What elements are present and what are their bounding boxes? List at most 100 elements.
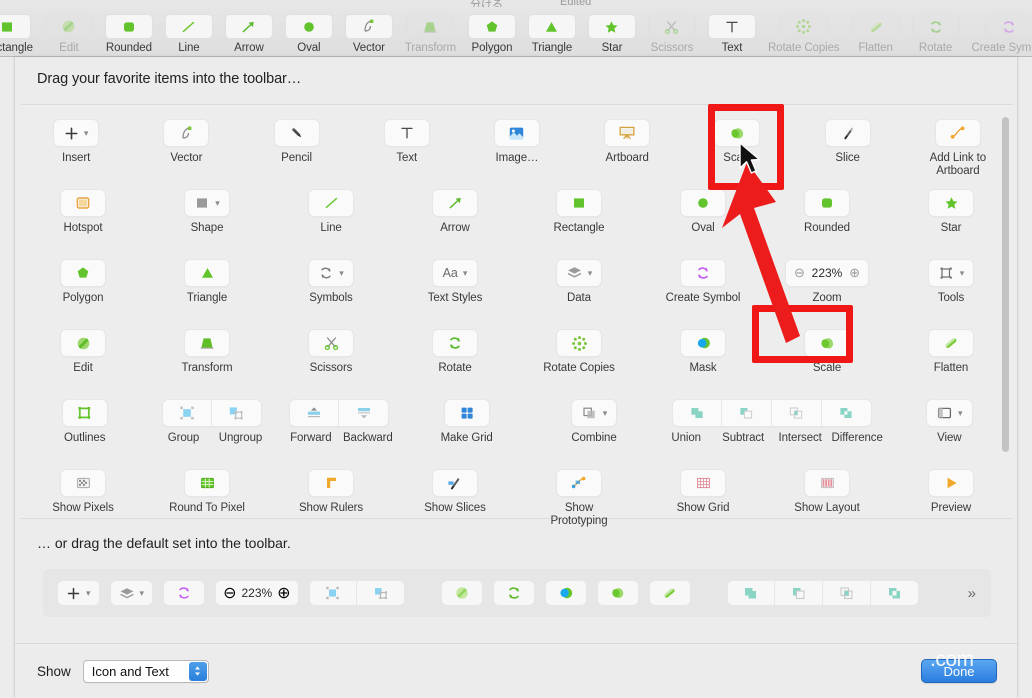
zoom-in-icon[interactable]: ⊕	[277, 583, 290, 603]
palette-item-zoom[interactable]: ⊖ 223% ⊕	[785, 259, 869, 287]
palette-item-arrow[interactable]	[432, 189, 478, 217]
default-zoom-control[interactable]: ⊖ 223% ⊕	[215, 580, 299, 606]
palette-item-make-grid[interactable]	[443, 399, 490, 427]
app-toolbar-item-edit[interactable]: Edit	[39, 14, 99, 54]
app-toolbar-item-transform[interactable]: Transform	[399, 14, 462, 54]
palette-item-vector[interactable]	[163, 119, 210, 147]
palette-item-round-to-pixel[interactable]	[184, 469, 230, 497]
segmented-control[interactable]	[289, 399, 390, 427]
chevron-down-icon[interactable]: ▾	[84, 128, 89, 138]
app-toolbar-item-rotate-copies[interactable]: Rotate Copies	[762, 14, 846, 54]
palette-item-text[interactable]	[383, 119, 430, 147]
palette-item-outlines[interactable]	[61, 399, 108, 427]
zoom-out-icon[interactable]: ⊖	[223, 583, 236, 603]
default-data-button[interactable]: ▾	[109, 580, 154, 606]
default-subtract-button[interactable]	[774, 580, 823, 606]
default-flatten-button[interactable]	[648, 580, 691, 606]
app-toolbar-item-rotate[interactable]: Rotate	[906, 14, 966, 54]
default-mask-button[interactable]	[544, 580, 587, 606]
palette-item-shape[interactable]: ▾	[184, 189, 230, 217]
palette-item-forward[interactable]	[289, 399, 340, 427]
palette-item-preview[interactable]	[928, 469, 974, 497]
palette-item-star[interactable]	[928, 189, 974, 217]
app-toolbar-item-rectangle[interactable]: Rectangle	[0, 14, 39, 54]
palette-item-oval[interactable]	[680, 189, 726, 217]
palette-item-data[interactable]: ▾	[555, 259, 603, 287]
default-boolean-segment[interactable]	[726, 580, 919, 606]
palette-item-image[interactable]	[493, 119, 540, 147]
default-insert-button[interactable]: ▾	[57, 580, 100, 606]
chevron-down-icon[interactable]: ▾	[463, 268, 468, 278]
app-toolbar-item-oval[interactable]: Oval	[279, 14, 339, 54]
palette-item-union[interactable]	[671, 399, 722, 427]
app-toolbar-item-flatten[interactable]: Flatten	[846, 14, 906, 54]
palette-item-rectangle[interactable]	[556, 189, 602, 217]
palette-item-create-symbol[interactable]	[680, 259, 726, 287]
palette-item-backward[interactable]	[339, 399, 390, 427]
chevron-down-icon[interactable]: ▾	[960, 268, 965, 278]
palette-item-tools[interactable]: ▾	[927, 259, 975, 287]
default-group-button[interactable]	[308, 580, 357, 606]
chevron-down-icon[interactable]: ▾	[958, 408, 963, 418]
app-toolbar-item-star[interactable]: Star	[582, 14, 642, 54]
default-intersect-button[interactable]	[822, 580, 871, 606]
app-toolbar-item-arrow[interactable]: Arrow	[219, 14, 279, 54]
default-group-segment[interactable]	[308, 580, 405, 606]
palette-item-scale[interactable]	[804, 329, 850, 357]
default-scale-button[interactable]	[596, 580, 639, 606]
default-edit-button[interactable]	[440, 580, 483, 606]
app-toolbar-item-polygon[interactable]: Polygon	[462, 14, 522, 54]
palette-scrollbar[interactable]	[1001, 111, 1010, 511]
palette-item-triangle[interactable]	[184, 259, 230, 287]
palette-item-rotate[interactable]	[432, 329, 478, 357]
palette-item-show-pixels[interactable]	[60, 469, 106, 497]
app-toolbar-item-line[interactable]: Line	[159, 14, 219, 54]
palette-item-slice[interactable]	[824, 119, 871, 147]
palette-item-artboard[interactable]	[604, 119, 651, 147]
palette-item-ungroup[interactable]	[211, 399, 262, 427]
palette-item-show-grid[interactable]	[680, 469, 726, 497]
palette-item-rotate-copies[interactable]	[556, 329, 602, 357]
palette-item-rounded[interactable]	[804, 189, 850, 217]
chevron-updown-icon[interactable]	[188, 661, 207, 681]
default-toolbar-set[interactable]: ▾ ▾ ⊖ 223% ⊕ »	[43, 569, 991, 617]
segmented-control[interactable]	[671, 399, 872, 427]
chevron-down-icon[interactable]: ▾	[603, 408, 608, 418]
palette-item-show-slices[interactable]	[432, 469, 478, 497]
zoom-out-icon[interactable]: ⊖	[794, 265, 805, 281]
app-toolbar-item-text[interactable]: Text	[702, 14, 762, 54]
chevron-down-icon[interactable]: ▾	[588, 268, 593, 278]
palette-item-intersect[interactable]	[771, 399, 822, 427]
palette-item-add-link-to-artboard[interactable]	[934, 119, 981, 147]
palette-item-scale[interactable]	[714, 119, 761, 147]
default-rotate-button[interactable]	[492, 580, 535, 606]
palette-item-difference[interactable]	[821, 399, 872, 427]
app-toolbar-item-rounded[interactable]: Rounded	[99, 14, 159, 54]
palette-item-combine[interactable]: ▾	[570, 399, 618, 427]
palette-item-insert[interactable]: ▾	[53, 119, 100, 147]
palette-scroll-area[interactable]: ▾ Insert Vector Pencil Text Image… Artboard Sca…	[21, 104, 1013, 527]
palette-item-mask[interactable]	[680, 329, 726, 357]
palette-item-polygon[interactable]	[60, 259, 106, 287]
palette-item-edit[interactable]	[60, 329, 106, 357]
chevron-down-icon[interactable]: ▾	[339, 268, 344, 278]
toolbar-overflow-button[interactable]: »	[968, 585, 977, 602]
palette-scrollbar-thumb[interactable]	[1002, 117, 1009, 452]
palette-item-scissors[interactable]	[308, 329, 354, 357]
segmented-control[interactable]	[161, 399, 262, 427]
palette-item-show-prototyping[interactable]	[556, 469, 602, 497]
default-create-symbol-button[interactable]	[163, 580, 206, 606]
default-union-button[interactable]	[726, 580, 775, 606]
default-ungroup-button[interactable]	[356, 580, 405, 606]
palette-item-symbols[interactable]: ▾	[308, 259, 354, 287]
default-difference-button[interactable]	[870, 580, 919, 606]
palette-item-transform[interactable]	[184, 329, 230, 357]
palette-item-group[interactable]	[161, 399, 212, 427]
palette-item-view[interactable]: ▾	[926, 399, 973, 427]
zoom-in-icon[interactable]: ⊕	[849, 265, 860, 281]
palette-item-line[interactable]	[308, 189, 354, 217]
palette-item-pencil[interactable]	[273, 119, 320, 147]
palette-item-show-layout[interactable]	[804, 469, 850, 497]
palette-item-flatten[interactable]	[928, 329, 974, 357]
app-toolbar-item-scissors[interactable]: Scissors	[642, 14, 702, 54]
